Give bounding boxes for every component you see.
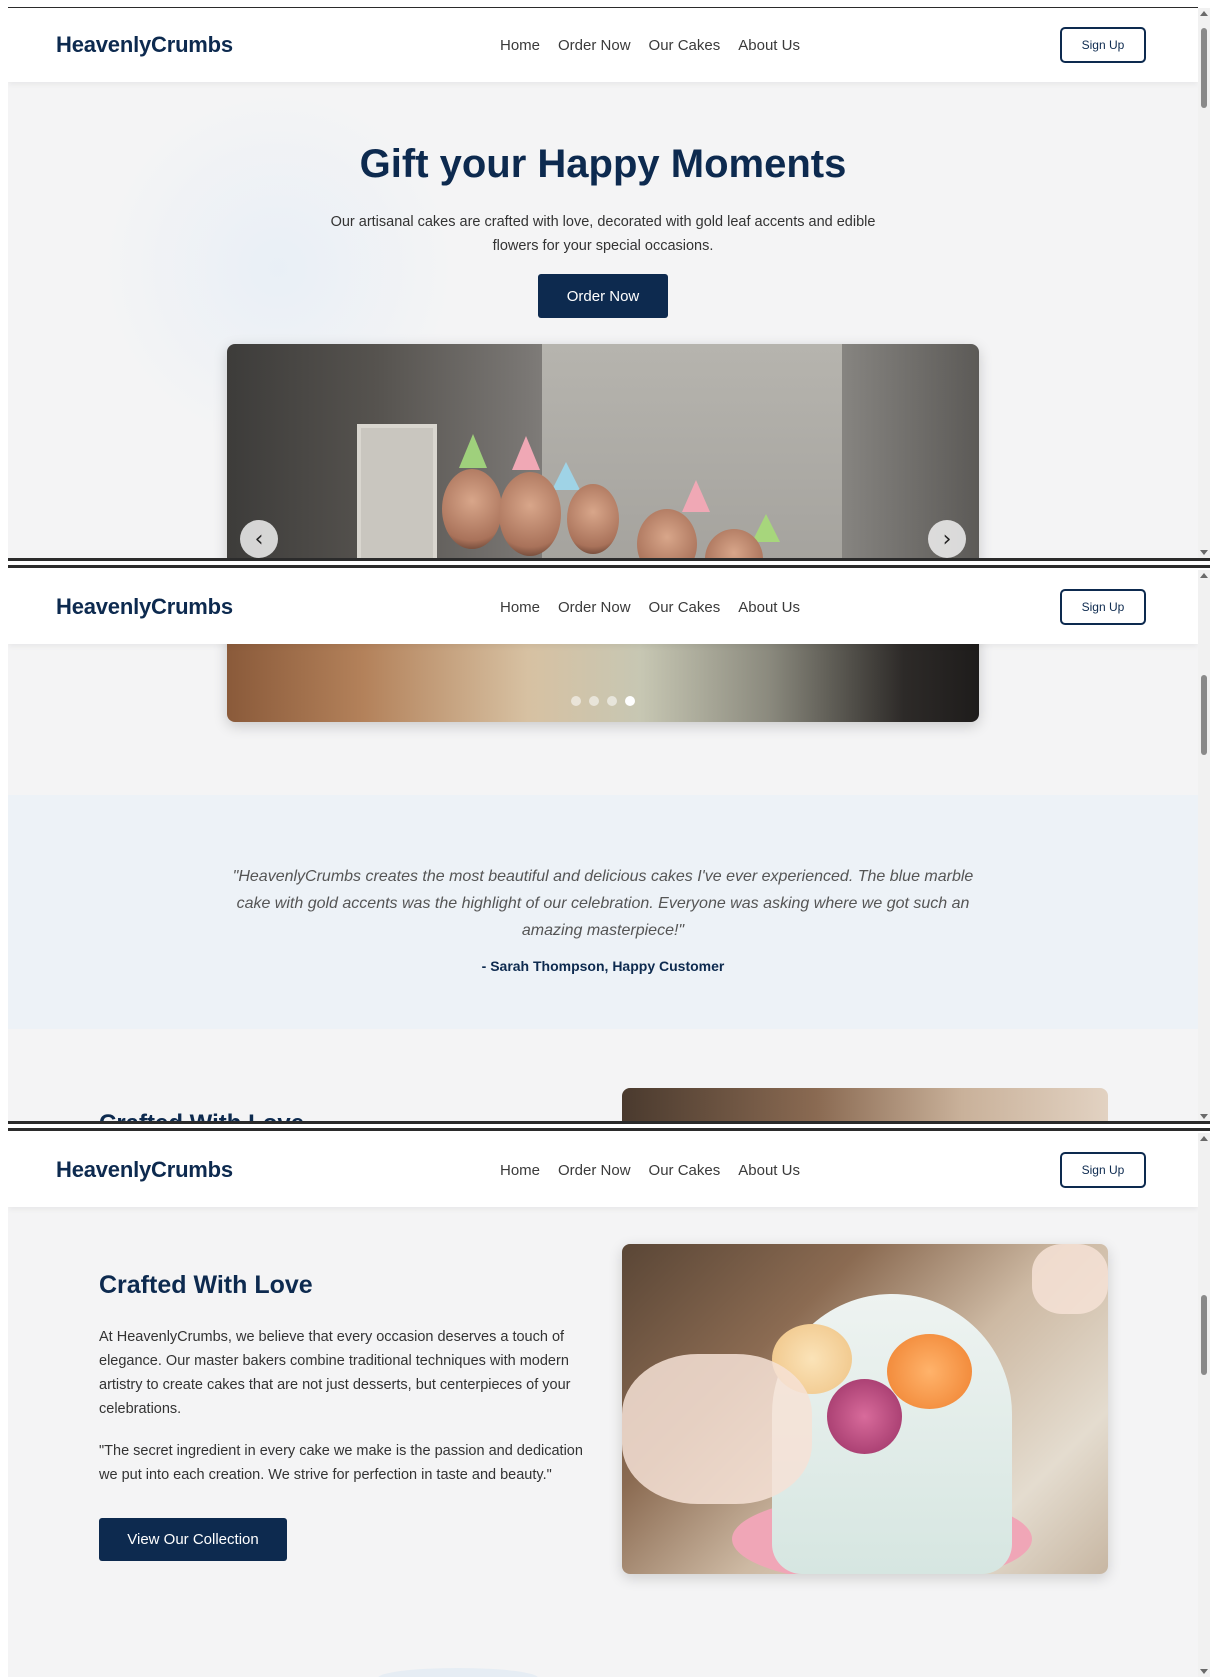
navbar: HeavenlyCrumbs Home Order Now Our Cakes … <box>8 1133 1198 1207</box>
carousel-next-button[interactable]: › <box>928 520 966 558</box>
nav-link-home[interactable]: Home <box>500 1162 540 1179</box>
hero-carousel: ‹ › <box>227 344 979 558</box>
viewport-about: HeavenlyCrumbs Home Order Now Our Cakes … <box>8 1133 1198 1677</box>
scroll-down-icon[interactable] <box>1200 550 1208 555</box>
testimonial-author: - Sarah Thompson, Happy Customer <box>481 958 725 974</box>
footer-glow <box>378 1668 538 1677</box>
nav-link-home[interactable]: Home <box>500 599 540 616</box>
about-image-partial <box>622 1088 1108 1122</box>
nav-links: Home Order Now Our Cakes About Us <box>500 599 800 616</box>
scroll-up-icon[interactable] <box>1200 1136 1208 1141</box>
screenshot-divider <box>8 558 1210 568</box>
nav-links: Home Order Now Our Cakes About Us <box>500 37 800 54</box>
scroll-down-icon[interactable] <box>1200 1669 1208 1674</box>
nav-links: Home Order Now Our Cakes About Us <box>500 1162 800 1179</box>
nav-link-about-us[interactable]: About Us <box>738 37 800 54</box>
carousel-dot-1[interactable] <box>571 696 581 706</box>
about-title: Crafted With Love <box>99 1271 313 1299</box>
screenshot-divider <box>8 1121 1210 1131</box>
nav-link-our-cakes[interactable]: Our Cakes <box>649 1162 721 1179</box>
navbar: HeavenlyCrumbs Home Order Now Our Cakes … <box>8 8 1198 82</box>
scroll-up-icon[interactable] <box>1200 573 1208 578</box>
nav-link-our-cakes[interactable]: Our Cakes <box>649 599 721 616</box>
scroll-up-icon[interactable] <box>1200 11 1208 16</box>
scrollbar-thumb[interactable] <box>1201 1295 1207 1375</box>
viewport-hero: HeavenlyCrumbs Home Order Now Our Cakes … <box>8 8 1198 558</box>
hero-order-now-button[interactable]: Order Now <box>538 274 668 318</box>
nav-link-order-now[interactable]: Order Now <box>558 1162 631 1179</box>
hero-title: Gift your Happy Moments <box>359 142 847 186</box>
scroll-down-icon[interactable] <box>1200 1114 1208 1119</box>
scrollbar[interactable] <box>1198 1133 1210 1677</box>
about-cake-image <box>622 1244 1108 1574</box>
sign-up-button[interactable]: Sign Up <box>1060 589 1146 625</box>
carousel-dot-4[interactable] <box>625 696 635 706</box>
carousel-slide-party-photo <box>227 344 979 558</box>
brand-logo[interactable]: HeavenlyCrumbs <box>56 1157 233 1183</box>
carousel-dot-2[interactable] <box>589 696 599 706</box>
sign-up-button[interactable]: Sign Up <box>1060 27 1146 63</box>
nav-link-about-us[interactable]: About Us <box>738 599 800 616</box>
brand-logo[interactable]: HeavenlyCrumbs <box>56 594 233 620</box>
brand-logo[interactable]: HeavenlyCrumbs <box>56 32 233 58</box>
nav-link-about-us[interactable]: About Us <box>738 1162 800 1179</box>
nav-link-home[interactable]: Home <box>500 37 540 54</box>
carousel-dot-3[interactable] <box>607 696 617 706</box>
carousel-prev-button[interactable]: ‹ <box>240 520 278 558</box>
view-collection-button[interactable]: View Our Collection <box>99 1518 287 1561</box>
testimonial-quote: "HeavenlyCrumbs creates the most beautif… <box>232 868 974 939</box>
carousel-dots <box>227 696 979 706</box>
nav-link-order-now[interactable]: Order Now <box>558 599 631 616</box>
about-quote-paragraph: "The secret ingredient in every cake we … <box>99 1443 583 1483</box>
viewport-testimonial: HeavenlyCrumbs Home Order Now Our Cakes … <box>8 570 1198 1122</box>
nav-link-order-now[interactable]: Order Now <box>558 37 631 54</box>
scrollbar-thumb[interactable] <box>1201 28 1207 108</box>
about-paragraph: At HeavenlyCrumbs, we believe that every… <box>99 1329 571 1417</box>
sign-up-button[interactable]: Sign Up <box>1060 1152 1146 1188</box>
nav-link-our-cakes[interactable]: Our Cakes <box>649 37 721 54</box>
hero-subtitle: Our artisanal cakes are crafted with lov… <box>330 214 876 254</box>
scrollbar[interactable] <box>1198 570 1210 1122</box>
scrollbar-thumb[interactable] <box>1201 675 1207 755</box>
navbar: HeavenlyCrumbs Home Order Now Our Cakes … <box>8 570 1198 644</box>
scrollbar[interactable] <box>1198 8 1210 558</box>
testimonial-section: "HeavenlyCrumbs creates the most beautif… <box>8 795 1198 1029</box>
